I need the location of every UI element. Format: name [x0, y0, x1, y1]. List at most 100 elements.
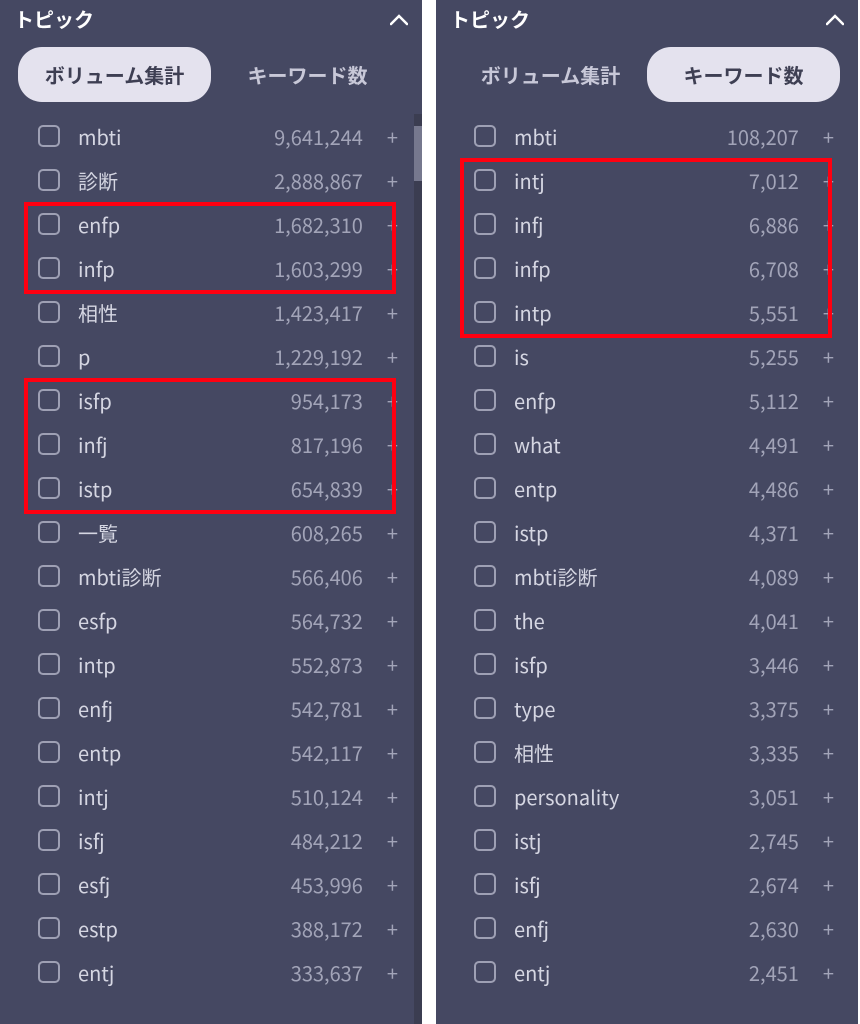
plus-icon[interactable]: + [387, 518, 398, 547]
list-item[interactable]: 一覧608,265+ [28, 510, 406, 554]
list-item[interactable]: type3,375+ [464, 686, 842, 730]
plus-icon[interactable]: + [387, 606, 398, 635]
checkbox[interactable] [474, 345, 496, 367]
list-item[interactable]: 診断2,888,867+ [28, 158, 406, 202]
list-item[interactable]: enfp1,682,310+ [28, 202, 406, 246]
list-item[interactable]: intp552,873+ [28, 642, 406, 686]
tab-volume[interactable]: ボリューム集計 [454, 47, 647, 102]
checkbox[interactable] [474, 477, 496, 499]
list-item[interactable]: mbti108,207+ [464, 114, 842, 158]
checkbox[interactable] [474, 565, 496, 587]
plus-icon[interactable]: + [823, 606, 834, 635]
checkbox[interactable] [474, 521, 496, 543]
plus-icon[interactable]: + [387, 914, 398, 943]
scrollbar[interactable] [414, 114, 422, 1024]
plus-icon[interactable]: + [387, 474, 398, 503]
list-item[interactable]: mbti9,641,244+ [28, 114, 406, 158]
checkbox[interactable] [38, 741, 60, 763]
checkbox[interactable] [38, 609, 60, 631]
checkbox[interactable] [38, 345, 60, 367]
list-item[interactable]: isfp3,446+ [464, 642, 842, 686]
checkbox[interactable] [474, 961, 496, 983]
plus-icon[interactable]: + [387, 298, 398, 327]
list-item[interactable]: istj2,745+ [464, 818, 842, 862]
list-item[interactable]: infp6,708+ [464, 246, 842, 290]
checkbox[interactable] [38, 829, 60, 851]
scrollbar-thumb[interactable] [414, 126, 422, 181]
checkbox[interactable] [38, 697, 60, 719]
list-item[interactable]: mbti診断566,406+ [28, 554, 406, 598]
list-item[interactable]: isfp954,173+ [28, 378, 406, 422]
list-item[interactable]: enfp5,112+ [464, 378, 842, 422]
list-item[interactable]: estp388,172+ [28, 906, 406, 950]
checkbox[interactable] [474, 697, 496, 719]
checkbox[interactable] [38, 125, 60, 147]
checkbox[interactable] [474, 125, 496, 147]
list-item[interactable]: isfj2,674+ [464, 862, 842, 906]
plus-icon[interactable]: + [387, 870, 398, 899]
checkbox[interactable] [38, 433, 60, 455]
plus-icon[interactable]: + [823, 166, 834, 195]
plus-icon[interactable]: + [387, 342, 398, 371]
checkbox[interactable] [38, 565, 60, 587]
list-item[interactable]: intj510,124+ [28, 774, 406, 818]
list-item[interactable]: personality3,051+ [464, 774, 842, 818]
list-item[interactable]: istp4,371+ [464, 510, 842, 554]
checkbox[interactable] [474, 389, 496, 411]
plus-icon[interactable]: + [387, 254, 398, 283]
checkbox[interactable] [38, 961, 60, 983]
checkbox[interactable] [474, 169, 496, 191]
plus-icon[interactable]: + [823, 650, 834, 679]
checkbox[interactable] [38, 917, 60, 939]
checkbox[interactable] [474, 785, 496, 807]
plus-icon[interactable]: + [823, 210, 834, 239]
list-item[interactable]: 相性1,423,417+ [28, 290, 406, 334]
plus-icon[interactable]: + [823, 254, 834, 283]
checkbox[interactable] [474, 829, 496, 851]
plus-icon[interactable]: + [387, 694, 398, 723]
list-item[interactable]: 相性3,335+ [464, 730, 842, 774]
list-item[interactable]: esfp564,732+ [28, 598, 406, 642]
plus-icon[interactable]: + [823, 562, 834, 591]
plus-icon[interactable]: + [823, 430, 834, 459]
list-item[interactable]: infj6,886+ [464, 202, 842, 246]
plus-icon[interactable]: + [387, 562, 398, 591]
checkbox[interactable] [38, 521, 60, 543]
list-item[interactable]: mbti診断4,089+ [464, 554, 842, 598]
plus-icon[interactable]: + [823, 914, 834, 943]
plus-icon[interactable]: + [823, 386, 834, 415]
tab-keywords[interactable]: キーワード数 [647, 47, 840, 102]
plus-icon[interactable]: + [823, 342, 834, 371]
list-item[interactable]: entp542,117+ [28, 730, 406, 774]
checkbox[interactable] [38, 169, 60, 191]
chevron-up-icon[interactable] [390, 6, 408, 32]
list-item[interactable]: entj333,637+ [28, 950, 406, 994]
plus-icon[interactable]: + [387, 958, 398, 987]
list-item[interactable]: entp4,486+ [464, 466, 842, 510]
checkbox[interactable] [38, 389, 60, 411]
tab-keywords[interactable]: キーワード数 [211, 47, 404, 102]
checkbox[interactable] [474, 257, 496, 279]
checkbox[interactable] [38, 785, 60, 807]
plus-icon[interactable]: + [823, 738, 834, 767]
list-item[interactable]: esfj453,996+ [28, 862, 406, 906]
plus-icon[interactable]: + [387, 122, 398, 151]
list-item[interactable]: enfj2,630+ [464, 906, 842, 950]
plus-icon[interactable]: + [823, 298, 834, 327]
plus-icon[interactable]: + [387, 782, 398, 811]
checkbox[interactable] [474, 653, 496, 675]
checkbox[interactable] [474, 609, 496, 631]
plus-icon[interactable]: + [387, 430, 398, 459]
plus-icon[interactable]: + [823, 694, 834, 723]
plus-icon[interactable]: + [387, 210, 398, 239]
list-item[interactable]: infp1,603,299+ [28, 246, 406, 290]
list-item[interactable]: the4,041+ [464, 598, 842, 642]
plus-icon[interactable]: + [387, 166, 398, 195]
checkbox[interactable] [38, 301, 60, 323]
list-item[interactable]: infj817,196+ [28, 422, 406, 466]
plus-icon[interactable]: + [823, 870, 834, 899]
checkbox[interactable] [38, 653, 60, 675]
plus-icon[interactable]: + [387, 650, 398, 679]
checkbox[interactable] [38, 213, 60, 235]
list-item[interactable]: is5,255+ [464, 334, 842, 378]
